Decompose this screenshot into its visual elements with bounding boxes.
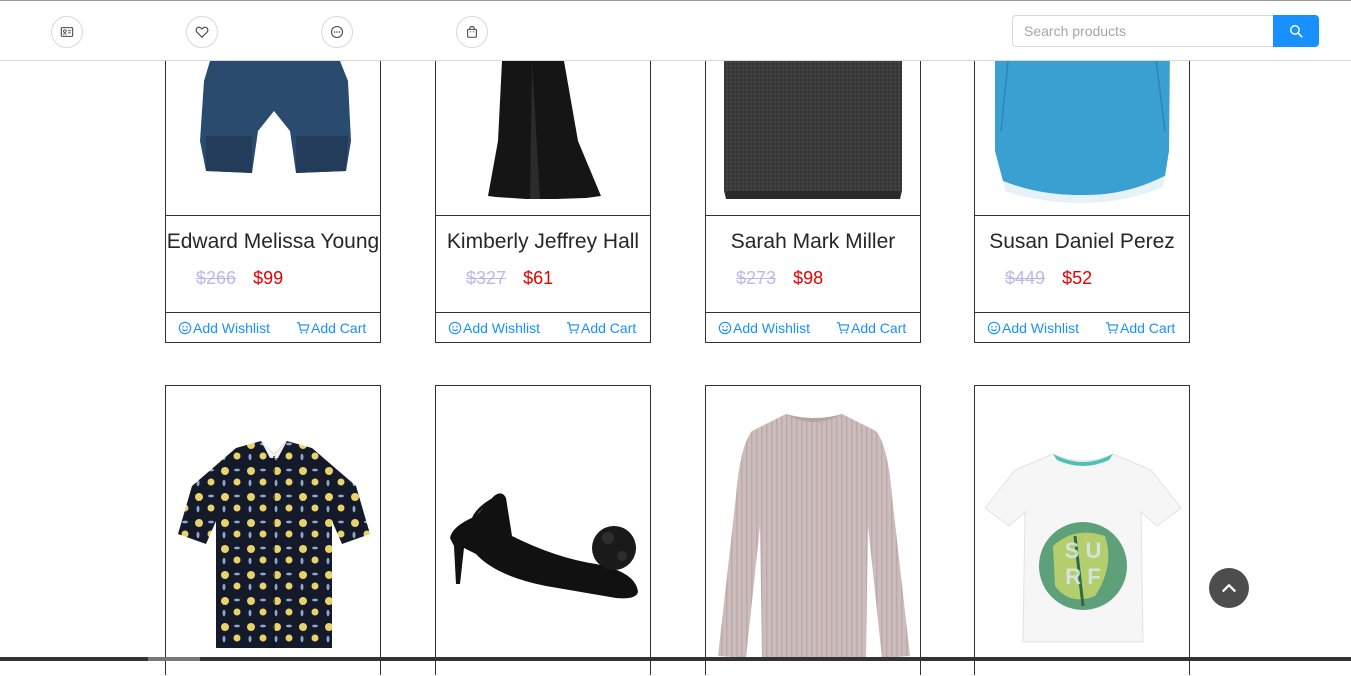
- add-cart-label: Add Cart: [581, 319, 637, 336]
- product-prices: $266 $99: [166, 256, 380, 312]
- old-price: $327: [466, 268, 507, 288]
- product-actions: Add Wishlist Add Cart: [706, 312, 920, 342]
- cart-icon: [296, 321, 310, 334]
- old-price: $273: [736, 268, 777, 288]
- product-name: Edward Melissa Young: [166, 230, 380, 253]
- surf-print-text: R F: [1065, 564, 1100, 589]
- old-price: $266: [196, 268, 237, 288]
- product-prices: $273 $98: [706, 256, 920, 312]
- product-actions: Add Wishlist Add Cart: [166, 312, 380, 342]
- messages-nav-button[interactable]: [321, 16, 353, 48]
- add-wishlist-button[interactable]: Add Wishlist: [448, 320, 566, 336]
- product-image[interactable]: [436, 386, 650, 676]
- surf-print-text: S U: [1065, 538, 1102, 563]
- product-card[interactable]: [165, 385, 381, 676]
- add-wishlist-label: Add Wishlist: [733, 319, 811, 336]
- add-cart-button[interactable]: Add Cart: [296, 320, 366, 336]
- add-wishlist-label: Add Wishlist: [193, 319, 271, 336]
- add-cart-button[interactable]: Add Cart: [1105, 320, 1175, 336]
- product-card[interactable]: [435, 385, 651, 676]
- product-image[interactable]: S U R F: [975, 386, 1189, 676]
- product-name: Susan Daniel Perez: [989, 230, 1175, 253]
- sale-price: $52: [1062, 268, 1093, 288]
- scrollbar-thumb[interactable]: [148, 657, 200, 661]
- search-button[interactable]: [1273, 15, 1319, 47]
- horizontal-scrollbar[interactable]: [0, 657, 1351, 661]
- add-cart-label: Add Cart: [311, 319, 367, 336]
- cart-nav-button[interactable]: [456, 16, 488, 48]
- profile-card-button[interactable]: [51, 16, 83, 48]
- wishlist-nav-button[interactable]: [186, 16, 218, 48]
- product-image[interactable]: [166, 386, 380, 676]
- search-input[interactable]: [1012, 15, 1273, 47]
- add-cart-label: Add Cart: [1120, 319, 1176, 336]
- product-name: Kimberly Jeffrey Hall: [446, 230, 640, 253]
- smile-icon: [718, 321, 732, 334]
- add-cart-button[interactable]: Add Cart: [566, 320, 636, 336]
- cart-icon: [566, 321, 580, 334]
- product-actions: Add Wishlist Add Cart: [975, 312, 1189, 342]
- product-name: Sarah Mark Miller: [730, 230, 896, 253]
- cart-icon: [1105, 321, 1119, 334]
- smile-icon: [178, 321, 192, 334]
- add-wishlist-button[interactable]: Add Wishlist: [987, 320, 1105, 336]
- chat-icon: [330, 25, 344, 39]
- product-actions: Add Wishlist Add Cart: [436, 312, 650, 342]
- add-wishlist-button[interactable]: Add Wishlist: [718, 320, 836, 336]
- shopping-bag-icon: [467, 26, 477, 38]
- sale-price: $61: [523, 268, 554, 288]
- smile-icon: [448, 321, 462, 334]
- add-wishlist-button[interactable]: Add Wishlist: [178, 320, 296, 336]
- sale-price: $99: [253, 268, 284, 288]
- chevron-up-icon: [1222, 584, 1236, 592]
- heart-icon: [195, 26, 209, 39]
- product-card[interactable]: [705, 385, 921, 676]
- add-cart-button[interactable]: Add Cart: [836, 320, 906, 336]
- product-image[interactable]: [706, 386, 920, 676]
- back-to-top-button[interactable]: [1209, 568, 1249, 608]
- product-card[interactable]: S U R F: [974, 385, 1190, 676]
- top-navigation-bar: [0, 0, 1351, 61]
- smile-icon: [987, 321, 1001, 334]
- sale-price: $98: [793, 268, 824, 288]
- cart-icon: [836, 321, 850, 334]
- product-prices: $449 $52: [975, 256, 1189, 312]
- add-cart-label: Add Cart: [851, 319, 907, 336]
- add-wishlist-label: Add Wishlist: [463, 319, 541, 336]
- search-bar: [1012, 15, 1319, 48]
- product-prices: $327 $61: [436, 256, 650, 312]
- search-icon: [1290, 25, 1303, 38]
- product-grid: Edward Melissa Young $266 $99 Add Wishli…: [0, 0, 1351, 676]
- old-price: $449: [1005, 268, 1046, 288]
- add-wishlist-label: Add Wishlist: [1002, 319, 1080, 336]
- profile-card-icon: [60, 27, 74, 37]
